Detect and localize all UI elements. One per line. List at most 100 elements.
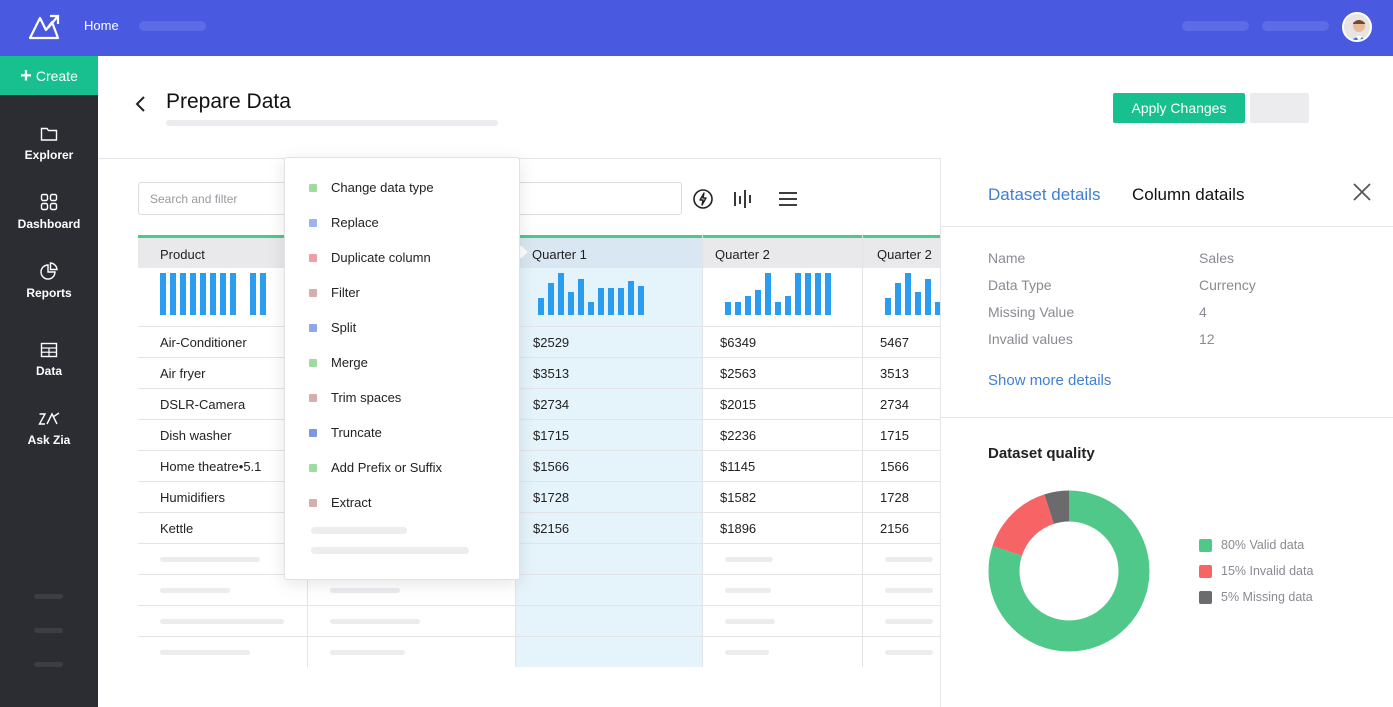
- table-cell[interactable]: $1145: [703, 451, 862, 482]
- table-column[interactable]: Quarter 2 $6349 $2563 $2015 $2236 $1145 …: [703, 235, 863, 667]
- table-cell: [138, 544, 307, 575]
- table-cell[interactable]: $2015: [703, 389, 862, 420]
- menu-lines-icon[interactable]: [776, 187, 800, 211]
- table-column[interactable]: Product Air-Conditioner Air fryer DSLR-C…: [138, 235, 308, 667]
- menu-item-truncate[interactable]: Truncate: [309, 425, 382, 440]
- table-cell[interactable]: $2156: [516, 513, 702, 544]
- home-link[interactable]: Home: [84, 18, 119, 33]
- sidebar-placeholder: [34, 662, 63, 667]
- lightning-icon[interactable]: [691, 187, 715, 211]
- menu-item-split[interactable]: Split: [309, 320, 356, 335]
- menu-item-add-prefix-suffix[interactable]: Add Prefix or Suffix: [309, 460, 442, 475]
- secondary-button[interactable]: [1250, 93, 1309, 123]
- column-header[interactable]: Quarter 1: [516, 235, 702, 268]
- table-cell[interactable]: DSLR-Camera: [138, 389, 307, 420]
- table-cell: [516, 637, 702, 667]
- back-arrow-icon[interactable]: [134, 94, 148, 114]
- menu-item-change-data-type[interactable]: Change data type: [309, 180, 434, 195]
- top-bar: Home: [0, 0, 1393, 56]
- column-header[interactable]: Quarter 2: [703, 235, 862, 268]
- table-cell[interactable]: $2563: [703, 358, 862, 389]
- menu-item-extract[interactable]: Extract: [309, 495, 371, 510]
- tab-column-details[interactable]: Column datails: [1132, 185, 1244, 205]
- tab-dataset-details[interactable]: Dataset details: [988, 185, 1100, 205]
- menu-item-label: Filter: [331, 285, 360, 300]
- histogram-bar: [190, 273, 196, 315]
- table-cell: [863, 575, 940, 606]
- table-cell[interactable]: $1728: [516, 482, 702, 513]
- table-cell[interactable]: Dish washer: [138, 420, 307, 451]
- column-histogram: [863, 268, 940, 327]
- sidebar-item-dashboard[interactable]: Dashboard: [0, 193, 98, 231]
- create-button[interactable]: + Create: [0, 56, 98, 95]
- table-cell: [516, 575, 702, 606]
- avatar[interactable]: [1342, 12, 1372, 42]
- table-cell[interactable]: $3513: [516, 358, 702, 389]
- menu-item-merge[interactable]: Merge: [309, 355, 368, 370]
- menu-dot-icon: [309, 463, 317, 472]
- table-cell[interactable]: $1582: [703, 482, 862, 513]
- histogram-bar: [608, 288, 614, 315]
- sidebar-item-label: Dashboard: [17, 217, 81, 231]
- table-cell[interactable]: $1566: [516, 451, 702, 482]
- table-cell[interactable]: 3513: [863, 358, 940, 389]
- table-column-selected[interactable]: Quarter 1 $2529 $3513 $2734 $1715 $1566 …: [516, 235, 703, 667]
- sidebar-item-reports[interactable]: Reports: [0, 262, 98, 300]
- table-cell: [138, 575, 307, 606]
- menu-item-filter[interactable]: Filter: [309, 285, 360, 300]
- table-cell[interactable]: Air-Conditioner: [138, 327, 307, 358]
- table-cell[interactable]: $1896: [703, 513, 862, 544]
- table-cell[interactable]: Air fryer: [138, 358, 307, 389]
- logo-icon[interactable]: [28, 12, 60, 40]
- menu-item-duplicate-column[interactable]: Duplicate column: [309, 250, 431, 265]
- dataset-quality-donut: [988, 490, 1150, 652]
- sidebar-item-label: Reports: [26, 286, 72, 300]
- histogram-bar: [775, 302, 781, 315]
- menu-item-label: Change data type: [331, 180, 434, 195]
- property-label: Data Type: [988, 277, 1052, 293]
- sidebar-item-ask-zia[interactable]: Ask Zia: [0, 411, 98, 447]
- dataset-quality-title: Dataset quality: [988, 445, 1095, 462]
- table-cell[interactable]: 1715: [863, 420, 940, 451]
- column-header[interactable]: Product: [138, 235, 307, 268]
- table-cell[interactable]: $2734: [516, 389, 702, 420]
- table-cell[interactable]: $1715: [516, 420, 702, 451]
- histogram-icon[interactable]: [731, 187, 755, 211]
- table-cell[interactable]: $2529: [516, 327, 702, 358]
- histogram-bar: [568, 292, 574, 315]
- divider: [941, 417, 1393, 418]
- table-cell[interactable]: Humidifiers: [138, 482, 307, 513]
- column-header[interactable]: Quarter 2: [863, 235, 940, 268]
- zia-icon: [38, 412, 60, 425]
- table-cell[interactable]: 1566: [863, 451, 940, 482]
- table-cell: [863, 637, 940, 667]
- histogram-bar: [905, 273, 911, 315]
- histogram-bar: [170, 273, 176, 315]
- table-column[interactable]: Quarter 2 5467 3513 2734 1715 1566 1728 …: [863, 235, 940, 667]
- table-cell[interactable]: $2236: [703, 420, 862, 451]
- table-cell[interactable]: Kettle: [138, 513, 307, 544]
- apply-changes-button[interactable]: Apply Changes: [1113, 93, 1245, 123]
- table-cell[interactable]: 2156: [863, 513, 940, 544]
- property-value: Sales: [1199, 250, 1235, 266]
- histogram-bar: [538, 298, 544, 315]
- table-cell: [308, 637, 515, 667]
- histogram-bar: [628, 281, 634, 315]
- histogram-bar: [558, 273, 564, 315]
- menu-item-trim-spaces[interactable]: Trim spaces: [309, 390, 401, 405]
- menu-item-replace[interactable]: Replace: [309, 215, 379, 230]
- legend-item-valid: 80% Valid data: [1199, 538, 1304, 552]
- menu-dot-icon: [309, 498, 317, 507]
- table-cell[interactable]: 1728: [863, 482, 940, 513]
- table-cell[interactable]: $6349: [703, 327, 862, 358]
- close-icon[interactable]: [1352, 182, 1372, 202]
- show-more-details-link[interactable]: Show more details: [988, 372, 1111, 389]
- table-cell[interactable]: 2734: [863, 389, 940, 420]
- histogram-bar: [230, 273, 236, 315]
- sidebar-item-data[interactable]: Data: [0, 342, 98, 378]
- table-cell[interactable]: 5467: [863, 327, 940, 358]
- menu-placeholder: [311, 527, 407, 534]
- sidebar-item-explorer[interactable]: Explorer: [0, 126, 98, 162]
- table-cell: [703, 606, 862, 637]
- table-cell[interactable]: Home theatre•5.1: [138, 451, 307, 482]
